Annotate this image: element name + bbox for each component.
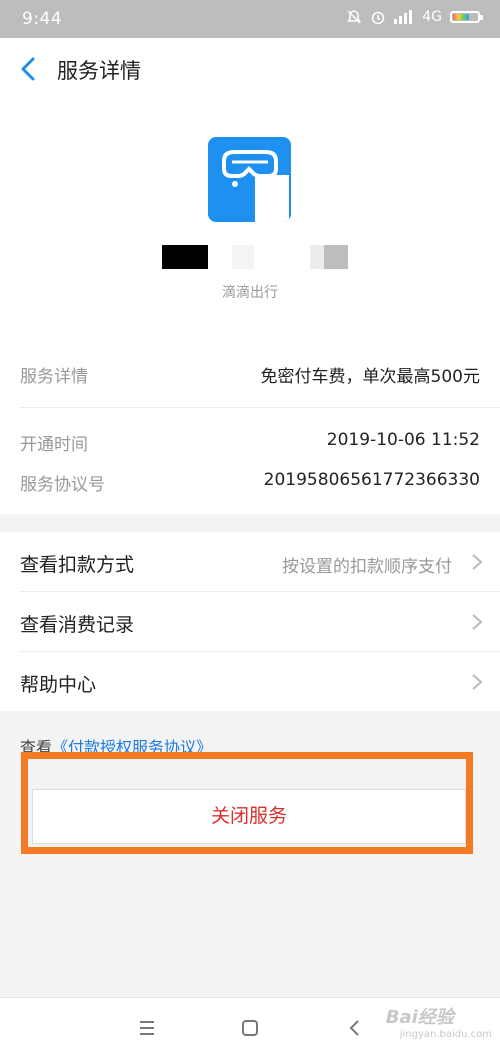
detail-value: 20195806561772366330 [263, 470, 480, 490]
page-title: 服务详情 [57, 59, 141, 83]
bell-muted-icon [347, 10, 362, 24]
menu-item-label: 查看消费记录 [20, 614, 135, 636]
menu-item-consumption-records[interactable]: 查看消费记录 [0, 592, 500, 651]
menu-item-value: 按设置的扣款顺序支付 [282, 557, 452, 577]
back-arrow-icon[interactable] [14, 52, 44, 86]
status-icons: 4G [346, 9, 483, 25]
detail-label: 服务详情 [20, 367, 88, 387]
watermark-url: jingyan.baidu.com [399, 1029, 492, 1040]
menu-item-payment-method[interactable]: 查看扣款方式 按设置的扣款顺序支付 [0, 532, 500, 591]
detail-value: 免密付车费，单次最高500元 [260, 367, 480, 387]
detail-value: 2019-10-06 11:52 [326, 430, 480, 450]
home-icon[interactable] [238, 1016, 262, 1040]
status-time: 9:44 [22, 9, 63, 29]
signal-icon [394, 10, 413, 24]
options-menu: 查看扣款方式 按设置的扣款顺序支付 查看消费记录 帮助中心 [0, 532, 500, 711]
watermark-brand: Bai经验 [385, 1007, 454, 1028]
menu-item-label: 帮助中心 [20, 674, 97, 696]
network-label: 4G [422, 9, 442, 25]
menu-icon[interactable] [135, 1016, 159, 1040]
back-icon[interactable] [343, 1016, 367, 1040]
detail-label: 服务协议号 [20, 475, 105, 495]
watermark: Bai经验 jingyan.baidu.com [386, 1003, 492, 1040]
service-header: 滴滴出行 [0, 100, 500, 340]
chevron-right-icon [472, 554, 483, 570]
highlight-box [21, 752, 473, 854]
divider [20, 407, 500, 408]
redacted-block [162, 245, 208, 269]
menu-item-help-center[interactable]: 帮助中心 [0, 652, 500, 711]
menu-item-label: 查看扣款方式 [20, 554, 135, 576]
alarm-icon [371, 11, 385, 25]
app-logo-icon [208, 137, 291, 222]
service-details: 服务详情 免密付车费，单次最高500元 开通时间 2019-10-06 11:5… [0, 340, 500, 514]
battery-icon [450, 11, 483, 23]
redacted-block [324, 245, 348, 269]
status-bar: 9:44 4G [0, 0, 500, 38]
detail-label: 开通时间 [20, 435, 88, 455]
redacted-block [232, 245, 254, 269]
nav-bar: 服务详情 [0, 38, 500, 101]
chevron-right-icon [472, 614, 483, 630]
chevron-right-icon [472, 674, 483, 690]
app-name: 滴滴出行 [222, 285, 278, 301]
